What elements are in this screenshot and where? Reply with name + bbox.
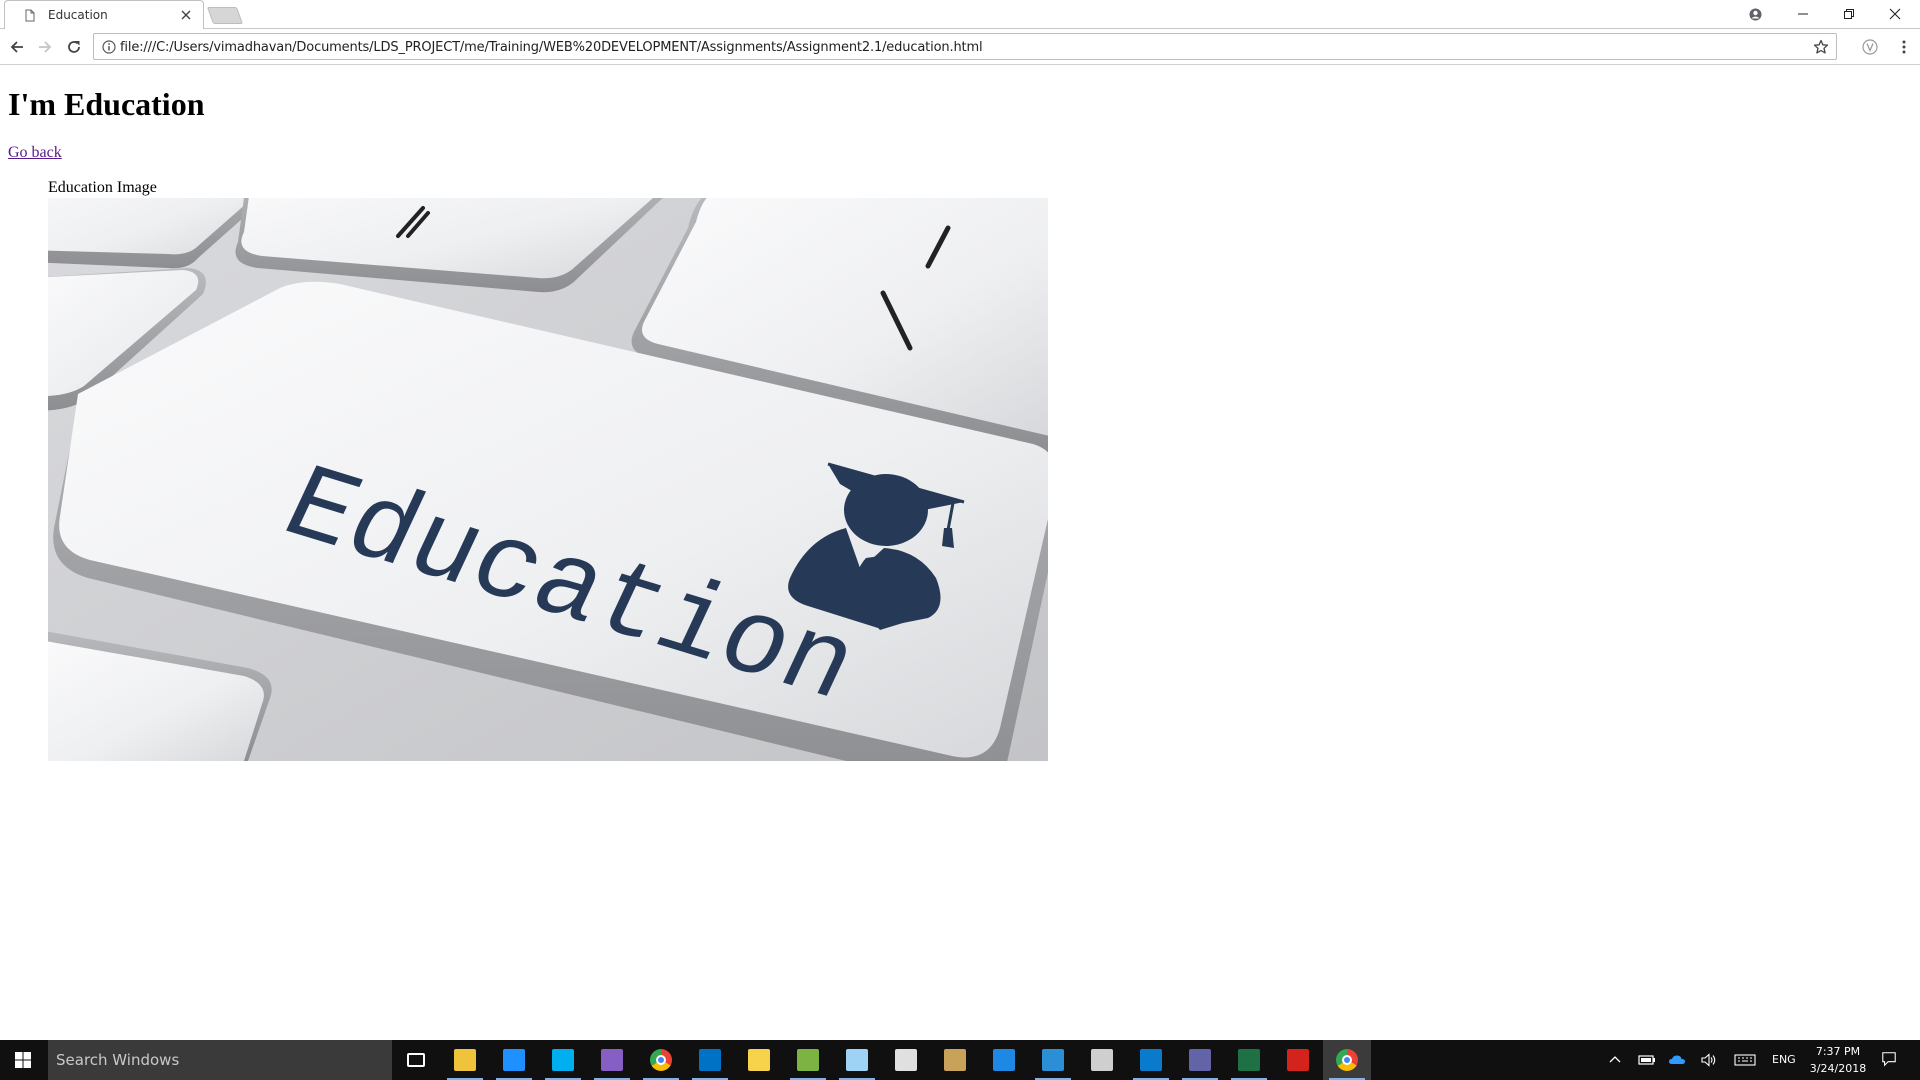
- vpn-icon: [1091, 1049, 1113, 1071]
- restore-button[interactable]: [1826, 0, 1872, 29]
- menu-button[interactable]: [1892, 35, 1916, 59]
- new-tab-button[interactable]: [206, 7, 244, 24]
- teams-taskbar-button[interactable]: [1176, 1040, 1224, 1080]
- file-explorer-icon: [454, 1049, 476, 1071]
- chrome-taskbar-button[interactable]: [637, 1040, 685, 1080]
- profile-icon: [1749, 8, 1762, 21]
- acrobat-icon: [1287, 1049, 1309, 1071]
- chrome-active-taskbar-button[interactable]: [1323, 1040, 1371, 1080]
- vscode-taskbar-button[interactable]: [1127, 1040, 1175, 1080]
- clock-date: 3/24/2018: [1809, 1062, 1867, 1075]
- close-tab-icon[interactable]: [181, 10, 191, 20]
- browser-tab-strip: Education: [0, 0, 1920, 29]
- excel-taskbar-button[interactable]: [1225, 1040, 1273, 1080]
- tools-taskbar-button[interactable]: [931, 1040, 979, 1080]
- internet-explorer-icon: [503, 1049, 525, 1071]
- file-explorer-taskbar-button[interactable]: [441, 1040, 489, 1080]
- keyboard-icon[interactable]: [1734, 1052, 1756, 1068]
- forward-button[interactable]: [33, 35, 57, 59]
- task-view-icon: [407, 1053, 425, 1067]
- chrome-icon: [650, 1049, 672, 1071]
- brackets-icon: [1042, 1049, 1064, 1071]
- extension-button[interactable]: [1858, 35, 1882, 59]
- vscode-icon: [1140, 1049, 1162, 1071]
- acrobat-taskbar-button[interactable]: [1274, 1040, 1322, 1080]
- minimize-button[interactable]: [1780, 0, 1826, 29]
- arrow-left-icon: [10, 41, 23, 53]
- task-view-taskbar-button[interactable]: [392, 1040, 440, 1080]
- info-icon[interactable]: [102, 40, 116, 54]
- sticky-notes-taskbar-button[interactable]: [735, 1040, 783, 1080]
- action-center-icon[interactable]: [1880, 1051, 1898, 1067]
- windows-taskbar: Search Windows ENG 7:37 PM 3/24/2018: [0, 1040, 1920, 1080]
- vpn-taskbar-button[interactable]: [1078, 1040, 1126, 1080]
- teams-icon: [1189, 1049, 1211, 1071]
- language-indicator[interactable]: ENG: [1772, 1053, 1796, 1066]
- arrow-right-icon: [39, 41, 52, 53]
- start-button[interactable]: [0, 1040, 48, 1080]
- restore-icon: [1844, 9, 1854, 19]
- tools-icon: [944, 1049, 966, 1071]
- onedrive-icon[interactable]: [1668, 1052, 1686, 1068]
- address-bar[interactable]: file:///C:/Users/vimadhavan/Documents/LD…: [93, 33, 1837, 60]
- skype-icon: [552, 1049, 574, 1071]
- sticky-notes-icon: [748, 1049, 770, 1071]
- internet-explorer-taskbar-button[interactable]: [490, 1040, 538, 1080]
- url-text[interactable]: file:///C:/Users/vimadhavan/Documents/LD…: [120, 40, 983, 55]
- windows-search-box[interactable]: Search Windows: [48, 1040, 392, 1080]
- minimize-icon: [1798, 13, 1808, 15]
- more-vertical-icon: [1902, 40, 1906, 54]
- outlook-icon: [699, 1049, 721, 1071]
- document-icon: [25, 9, 35, 22]
- edge-taskbar-button[interactable]: [980, 1040, 1028, 1080]
- back-button[interactable]: [5, 35, 29, 59]
- notepad-icon: [846, 1049, 868, 1071]
- tab-title: Education: [48, 8, 108, 22]
- battery-icon[interactable]: [1638, 1052, 1656, 1068]
- close-window-button[interactable]: [1872, 0, 1918, 29]
- chrome-active-icon: [1336, 1049, 1358, 1071]
- image-caption: Education Image: [48, 179, 157, 196]
- page-viewport: I'm Education Go back Education Image Ed…: [0, 66, 1920, 1040]
- volume-icon[interactable]: [1700, 1052, 1718, 1068]
- skype-taskbar-button[interactable]: [539, 1040, 587, 1080]
- visual-studio-icon: [601, 1049, 623, 1071]
- android-studio-taskbar-button[interactable]: [784, 1040, 832, 1080]
- education-keyboard-illustration: Education: [48, 198, 1048, 761]
- excel-icon: [1238, 1049, 1260, 1071]
- reload-icon: [68, 41, 80, 53]
- extension-v-icon: [1862, 39, 1878, 55]
- visual-studio-taskbar-button[interactable]: [588, 1040, 636, 1080]
- brackets-taskbar-button[interactable]: [1029, 1040, 1077, 1080]
- sublime-icon: [895, 1049, 917, 1071]
- bookmark-star-icon[interactable]: [1813, 39, 1829, 55]
- sublime-taskbar-button[interactable]: [882, 1040, 930, 1080]
- chevron-up-icon[interactable]: [1608, 1052, 1622, 1068]
- outlook-taskbar-button[interactable]: [686, 1040, 734, 1080]
- education-image: Education: [48, 198, 1048, 761]
- close-icon: [1889, 8, 1901, 20]
- windows-logo-icon: [15, 1052, 31, 1068]
- browser-tab[interactable]: Education: [4, 0, 204, 29]
- page-heading: I'm Education: [8, 86, 205, 122]
- reload-button[interactable]: [62, 35, 86, 59]
- edge-icon: [993, 1049, 1015, 1071]
- profile-button[interactable]: [1732, 0, 1778, 29]
- android-studio-icon: [797, 1049, 819, 1071]
- go-back-link[interactable]: Go back: [8, 144, 62, 162]
- search-placeholder: Search Windows: [56, 1051, 180, 1069]
- clock-time: 7:37 PM: [1815, 1045, 1861, 1058]
- browser-toolbar: file:///C:/Users/vimadhavan/Documents/LD…: [0, 29, 1920, 65]
- notepad-taskbar-button[interactable]: [833, 1040, 881, 1080]
